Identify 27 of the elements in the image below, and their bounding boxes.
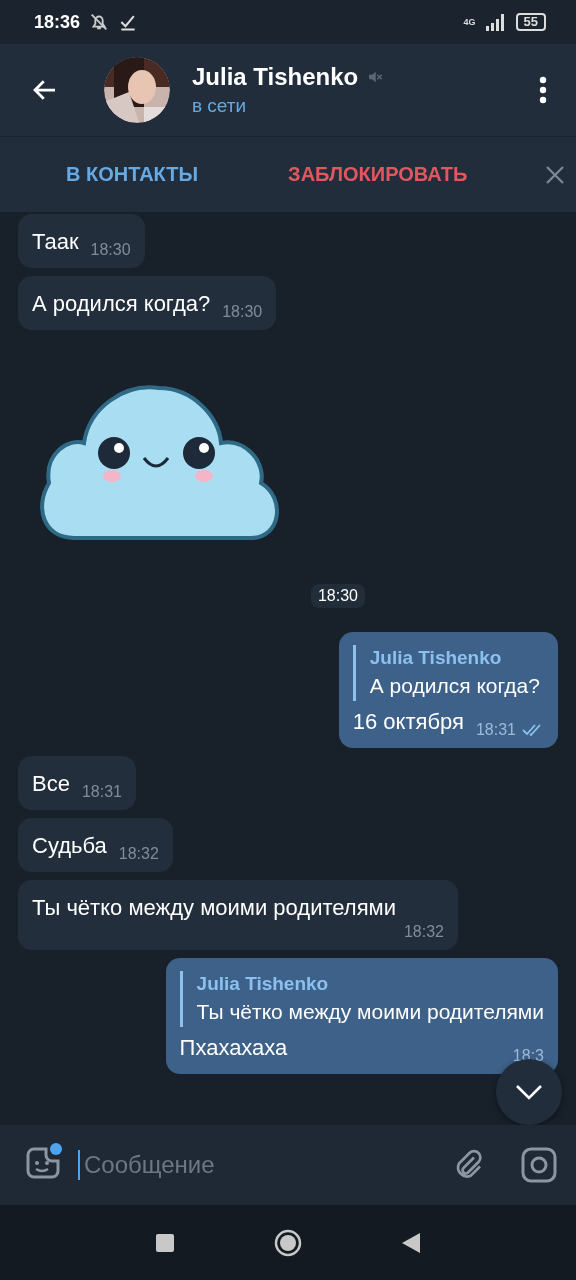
message-text: Судьба [32,832,107,860]
message-text: 16 октября [352,708,464,736]
online-status: в сети [192,95,248,117]
message-text: Все [32,770,70,798]
message-text: Ты чётко между моими родителями [32,894,396,922]
message-text: Таак [32,228,79,256]
quote-text: А родился когда? [369,673,541,699]
message-time: 18:30 [90,241,131,259]
quote-author: Julia Tishenko [196,972,330,996]
quote-author: Julia Tishenko [369,646,503,670]
message-text: А родился когда? [32,290,211,318]
message-time: 18:31 [475,721,516,739]
network-label: 4G [463,17,476,27]
message-time: 18:31 [81,783,122,801]
sticker-time: 18:30 [310,584,365,608]
quoted-message[interactable]: Julia Tishenko Ты чётко между моими родителями [179,971,544,1027]
clock: 18:36 [34,11,81,33]
message-time: 18:30 [222,303,263,321]
battery-indicator: 55 [515,13,546,31]
message-text: Пхахахаха [179,1034,288,1062]
add-contact-button[interactable]: В КОНТАКТЫ [54,157,211,192]
message-time: 18:32 [118,845,159,863]
block-button[interactable]: ЗАБЛОКИРОВАТЬ [276,157,480,192]
message-time: 18:32 [403,923,444,941]
quote-text: Ты чётко между моими родителями [196,999,544,1025]
contact-name: Julia Tishenko [192,63,359,91]
quoted-message[interactable]: Julia Tishenko А родился когда? [352,645,544,701]
